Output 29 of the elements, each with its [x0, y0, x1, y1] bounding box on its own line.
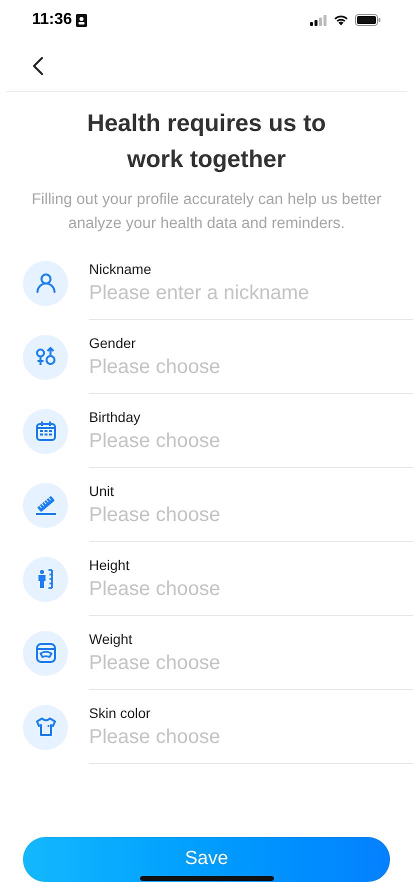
- ruler-icon: [23, 482, 68, 528]
- page-subtitle: Filling out your profile accurately can help us better analyze your health data and reminders.: [30, 190, 382, 234]
- signal-icon: [310, 14, 327, 26]
- height-icon: [23, 556, 68, 602]
- input-field[interactable]: Please enter a nickname: [89, 280, 389, 306]
- field-label: Unit: [89, 482, 115, 500]
- wifi-icon: [333, 14, 349, 26]
- scale-icon: [23, 630, 68, 676]
- contact-card-icon: [76, 14, 88, 26]
- field-label: Skin color: [89, 704, 152, 722]
- input-field[interactable]: Please choose: [89, 428, 389, 454]
- input-field[interactable]: Please choose: [89, 724, 389, 750]
- person-icon: [23, 260, 68, 306]
- input-field[interactable]: Please choose: [89, 502, 389, 528]
- field-label: Nickname: [89, 260, 152, 278]
- input-field[interactable]: Please choose: [89, 650, 389, 676]
- field-label: Gender: [89, 334, 137, 352]
- page-title: Health requires us to work together: [86, 109, 327, 175]
- field-label: Weight: [89, 630, 134, 648]
- calendar-icon: [23, 408, 68, 454]
- save-button[interactable]: Save: [23, 837, 390, 882]
- status-time: 11:36: [32, 10, 72, 30]
- battery-icon: [355, 14, 381, 26]
- input-field[interactable]: Please choose: [89, 576, 389, 602]
- t-shirt-icon: [23, 704, 68, 750]
- field-label: Height: [89, 556, 130, 574]
- field-label: Birthday: [89, 408, 142, 426]
- input-field[interactable]: Please choose: [89, 354, 389, 380]
- gender-icon: [23, 334, 68, 380]
